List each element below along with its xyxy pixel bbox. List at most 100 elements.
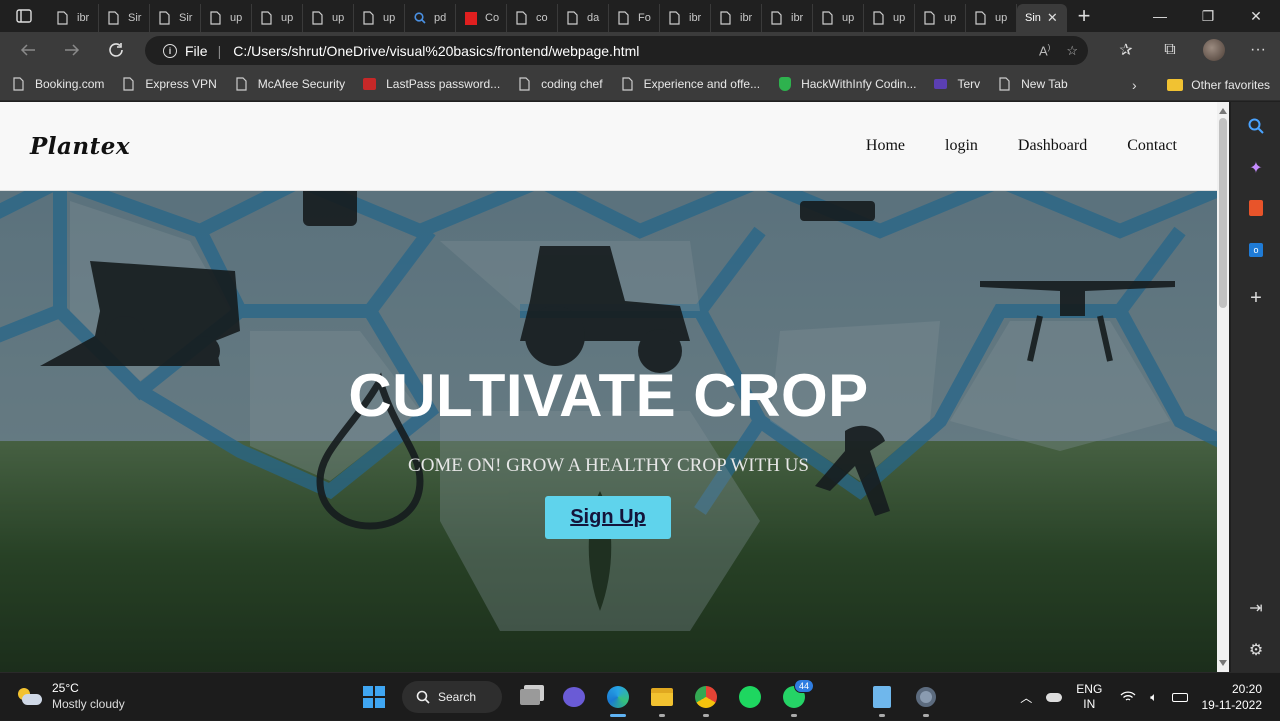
page-icon	[515, 11, 528, 26]
tab[interactable]: Co	[456, 4, 507, 32]
favorite-item[interactable]: Terv	[934, 77, 980, 92]
tab-active[interactable]: Sin ✕	[1017, 4, 1067, 32]
whatsapp-icon[interactable]: 44	[772, 679, 816, 717]
favorite-item[interactable]: coding chef	[518, 77, 603, 92]
tab[interactable]: ibr	[48, 4, 99, 32]
favorite-label: Terv	[957, 77, 981, 91]
tab-title: up	[842, 12, 855, 24]
sign-up-button[interactable]: Sign Up	[545, 496, 671, 539]
spotify-icon[interactable]	[728, 679, 772, 715]
office-icon[interactable]	[1231, 190, 1280, 226]
tab[interactable]: up	[966, 4, 1017, 32]
chevron-up-icon[interactable]: ︿	[1020, 689, 1032, 706]
input-language[interactable]: ENG IN	[1076, 682, 1102, 712]
url-separator: |	[217, 42, 222, 59]
hide-sidebar-icon[interactable]: ⇥	[1231, 590, 1280, 626]
tab[interactable]: up	[354, 4, 405, 32]
tab[interactable]: Sir	[150, 4, 201, 32]
read-aloud-icon[interactable]: A)	[1039, 43, 1050, 58]
task-view-icon[interactable]	[508, 679, 552, 715]
new-tab-button[interactable]: +	[1067, 0, 1101, 32]
tab[interactable]: ibr	[660, 4, 711, 32]
favorites-icon[interactable]: ✰	[1104, 32, 1148, 68]
tab-title: up	[995, 12, 1008, 24]
nav-contact[interactable]: Contact	[1127, 137, 1177, 155]
tab[interactable]: ibr	[762, 4, 813, 32]
settings-app-icon[interactable]	[904, 679, 948, 717]
more-menu-icon[interactable]: ···	[1236, 32, 1280, 68]
active-app-indicator	[610, 714, 626, 717]
tab[interactable]: up	[813, 4, 864, 32]
windows-logo-icon	[363, 686, 385, 708]
scrollbar-thumb[interactable]	[1219, 118, 1227, 308]
notepad-icon[interactable]	[860, 679, 904, 717]
other-favorites[interactable]: Other favorites	[1167, 68, 1270, 101]
favorite-item[interactable]: Booking.com	[12, 77, 104, 92]
onedrive-cloud-icon[interactable]	[1046, 692, 1063, 702]
minimize-icon[interactable]: —	[1136, 0, 1184, 32]
favorite-item[interactable]: HackWithInfy Codin...	[778, 77, 916, 92]
tab[interactable]: up	[303, 4, 354, 32]
nav-login[interactable]: login	[945, 137, 978, 155]
add-sidebar-app-icon[interactable]: +	[1231, 280, 1280, 316]
favorite-item[interactable]: LastPass password...	[363, 77, 500, 92]
tab[interactable]: Sir	[99, 4, 150, 32]
wifi-icon[interactable]	[1120, 691, 1136, 703]
tab-actions-button[interactable]	[0, 0, 48, 32]
system-clock[interactable]: 20:20 19-11-2022	[1202, 681, 1263, 713]
favorite-item[interactable]: New Tab	[998, 77, 1068, 92]
url-text: C:/Users/shrut/OneDrive/visual%20basics/…	[233, 42, 640, 59]
site-logo[interactable]: Plantex	[30, 133, 130, 160]
outlook-icon[interactable]: o	[1231, 232, 1280, 268]
teams-chat-icon[interactable]	[552, 679, 596, 715]
chrome-icon[interactable]	[684, 679, 728, 717]
battery-icon[interactable]	[1171, 692, 1188, 702]
page-viewport: Plantex Home login Dashboard Contact CUL…	[0, 102, 1217, 672]
page-icon	[209, 11, 222, 26]
page-icon	[821, 11, 834, 26]
tab[interactable]: da	[558, 4, 609, 32]
back-button[interactable]	[6, 32, 50, 68]
tab[interactable]: up	[915, 4, 966, 32]
tab[interactable]: co	[507, 4, 558, 32]
edge-browser-icon[interactable]	[596, 679, 640, 717]
close-window-icon[interactable]: ✕	[1232, 0, 1280, 32]
chevron-right-icon[interactable]: ›	[1132, 68, 1137, 101]
favorite-item[interactable]: Express VPN	[122, 77, 217, 92]
tab[interactable]: up	[864, 4, 915, 32]
start-button[interactable]	[352, 679, 396, 715]
info-icon[interactable]: i	[163, 43, 177, 58]
scroll-up-icon[interactable]	[1219, 108, 1227, 114]
file-explorer-icon[interactable]	[640, 679, 684, 717]
sidebar-settings-icon[interactable]: ⚙	[1231, 632, 1280, 668]
favorite-item[interactable]: McAfee Security	[235, 77, 345, 92]
weather-widget[interactable]: 25°C Mostly cloudy	[16, 681, 125, 712]
page-scrollbar[interactable]	[1217, 102, 1229, 672]
maximize-icon[interactable]: ❐	[1184, 0, 1232, 32]
taskbar-search[interactable]: Search	[402, 681, 502, 713]
refresh-button[interactable]	[94, 32, 138, 68]
favorite-item[interactable]: Experience and offe...	[621, 77, 760, 92]
tab[interactable]: ibr	[711, 4, 762, 32]
close-tab-icon[interactable]: ✕	[1047, 10, 1058, 26]
tab[interactable]: up	[252, 4, 303, 32]
forward-button[interactable]	[50, 32, 94, 68]
tab-title: da	[587, 12, 600, 24]
site-navbar: Plantex Home login Dashboard Contact	[0, 102, 1217, 191]
copilot-sparkle-icon[interactable]: ✦	[1231, 150, 1280, 186]
profile-button[interactable]	[1192, 32, 1236, 68]
add-favorite-icon[interactable]: ☆	[1066, 43, 1078, 59]
address-field[interactable]: i File | C:/Users/shrut/OneDrive/visual%…	[145, 36, 1088, 65]
scroll-down-icon[interactable]	[1219, 660, 1227, 666]
nav-home[interactable]: Home	[866, 137, 905, 155]
collections-icon[interactable]: ⧉	[1148, 32, 1192, 68]
search-icon[interactable]	[1231, 108, 1280, 144]
tab[interactable]: pd	[405, 4, 456, 32]
tab[interactable]: up	[201, 4, 252, 32]
edge-sidebar: ✦ o + ⇥ ⚙	[1230, 102, 1280, 672]
volume-icon[interactable]: 🔈︎	[1150, 690, 1157, 705]
tab[interactable]: Fo	[609, 4, 660, 32]
page-icon	[566, 11, 579, 26]
tab-active-title: Sin	[1025, 12, 1041, 24]
nav-dashboard[interactable]: Dashboard	[1018, 137, 1087, 155]
